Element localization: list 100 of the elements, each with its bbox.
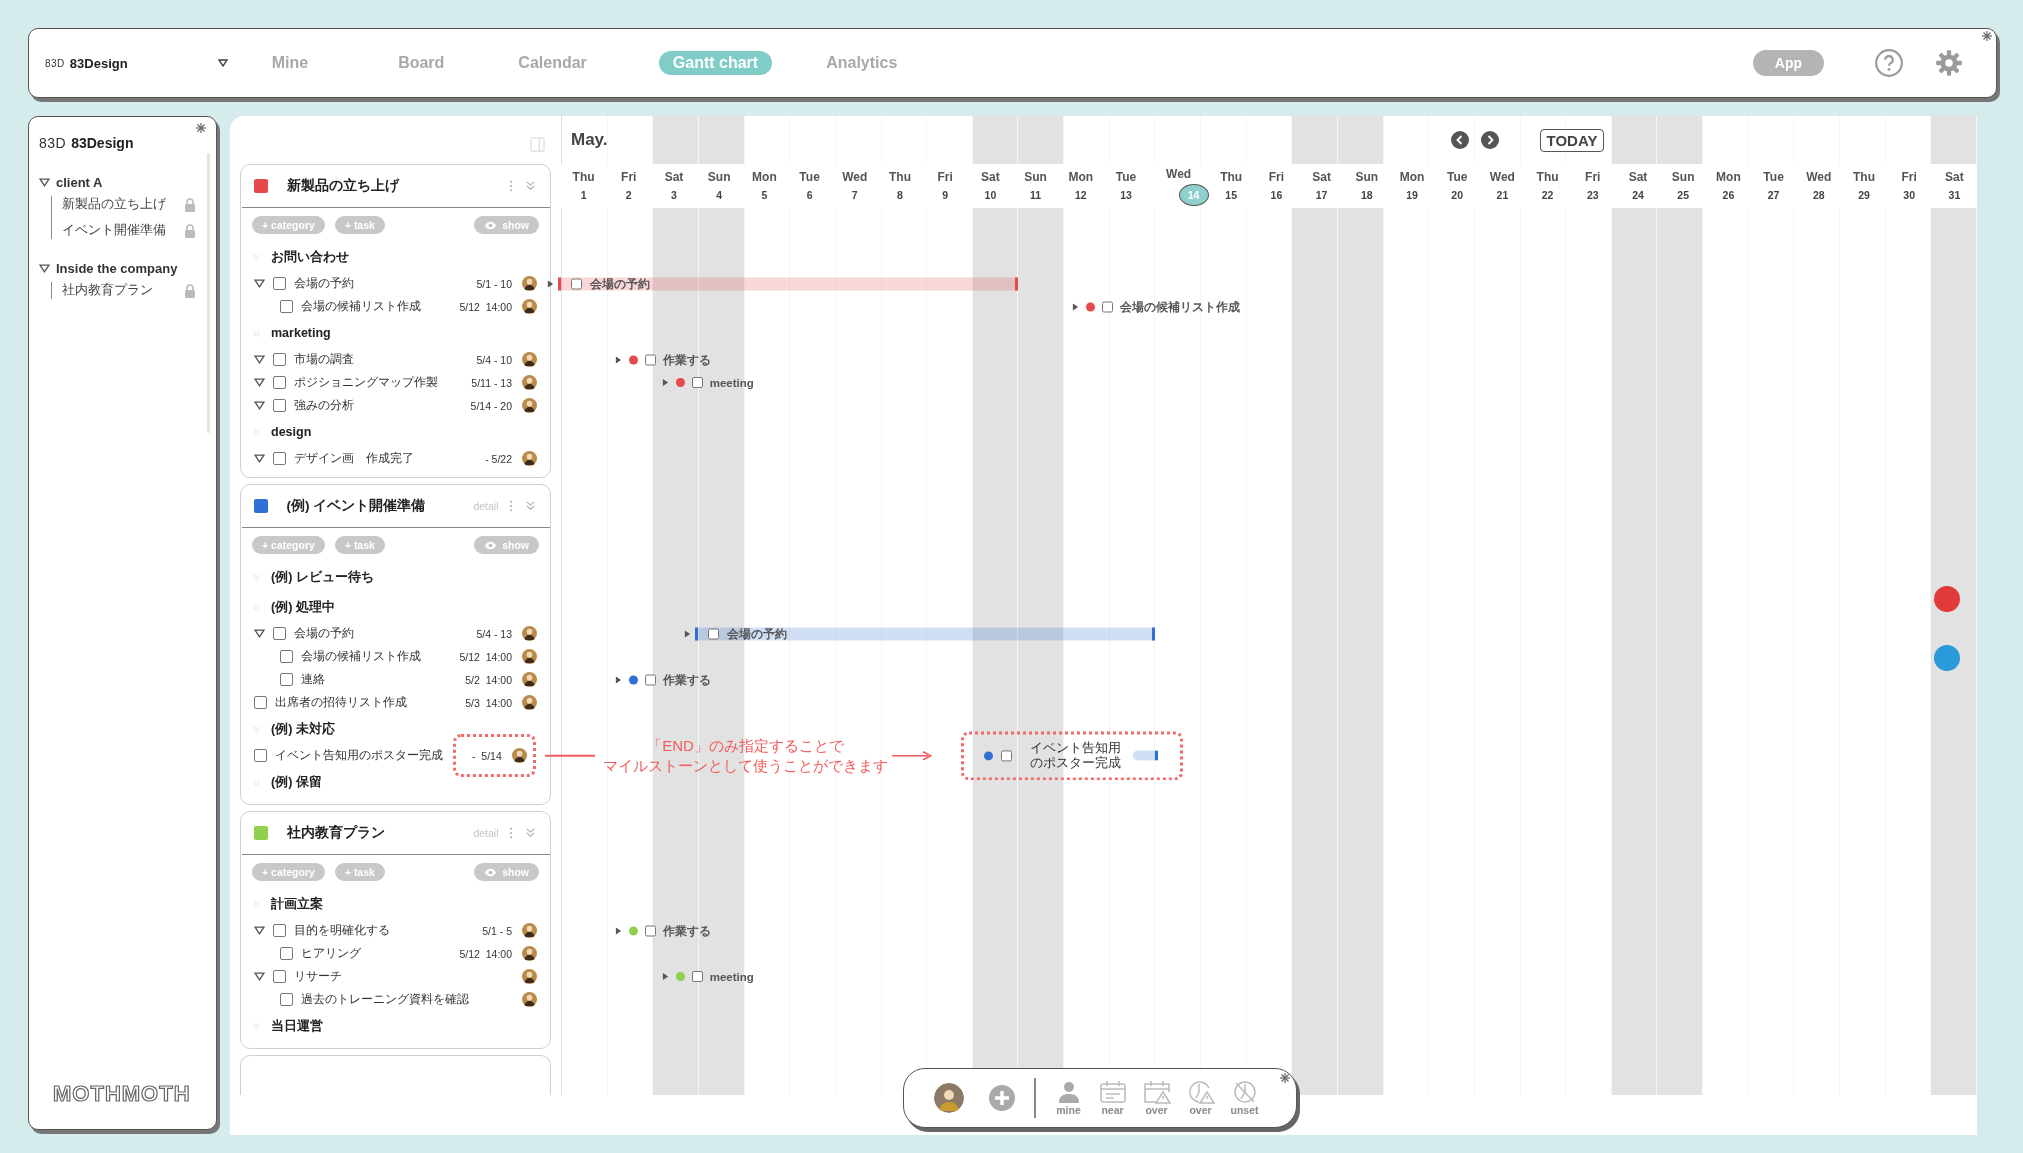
date-label[interactable]: 16 — [1268, 186, 1285, 203]
expand-icon[interactable] — [661, 972, 669, 981]
date-label[interactable]: 18 — [1358, 186, 1375, 203]
project-link[interactable]: 社内教育プラン — [62, 282, 153, 299]
task-label[interactable]: 市場の調査 — [294, 352, 464, 367]
date-label[interactable]: 25 — [1675, 186, 1692, 203]
project-link[interactable]: 新製品の立ち上げ — [62, 196, 166, 213]
checkbox[interactable] — [273, 376, 286, 389]
checkbox[interactable] — [644, 354, 656, 365]
expand-icon[interactable] — [254, 628, 265, 639]
date-label[interactable]: 3 — [666, 186, 682, 203]
date-label[interactable]: 9 — [937, 186, 954, 203]
checkbox[interactable] — [1000, 750, 1012, 761]
group-label[interactable]: client A — [56, 175, 103, 190]
expand-icon[interactable] — [254, 971, 265, 982]
panel-toggle-icon[interactable] — [530, 136, 545, 152]
task-label[interactable]: リサーチ — [294, 969, 464, 984]
task-label[interactable]: デザイン画 作成完了 — [294, 451, 464, 466]
gantt-bar[interactable]: 会場の予約 — [695, 627, 1155, 640]
date-label[interactable]: 8 — [892, 186, 908, 203]
date-label[interactable]: 11 — [1027, 186, 1044, 203]
date-label[interactable]: 26 — [1720, 186, 1737, 203]
date-label[interactable]: 29 — [1856, 186, 1872, 203]
date-label[interactable]: 24 — [1630, 186, 1646, 203]
workspace-name[interactable]: 83Design — [69, 55, 128, 71]
checkbox[interactable] — [280, 650, 293, 663]
task-label[interactable]: 作業する — [662, 672, 711, 687]
settings-icon[interactable] — [1934, 48, 1964, 78]
task-label[interactable]: 会場の候補リスト作成 — [301, 299, 452, 314]
date-label[interactable]: 2 — [620, 186, 637, 203]
date-label[interactable]: 21 — [1494, 186, 1511, 203]
date-label[interactable]: 19 — [1404, 186, 1420, 203]
date-label[interactable]: 31 — [1946, 186, 1963, 203]
checkbox[interactable] — [691, 971, 703, 982]
task-label[interactable]: 会場の候補リスト作成 — [301, 649, 452, 664]
date-label[interactable]: 6 — [801, 186, 818, 203]
checkbox[interactable] — [280, 673, 293, 686]
expand-icon[interactable] — [254, 925, 265, 936]
checkbox[interactable] — [273, 970, 286, 983]
task-label[interactable]: 会場の候補リスト作成 — [1120, 299, 1241, 314]
filter-button[interactable]: over — [1185, 1080, 1216, 1116]
expand-icon[interactable] — [39, 177, 50, 188]
project-link[interactable]: イベント開催準備 — [62, 222, 166, 239]
checkbox[interactable] — [254, 749, 267, 762]
date-label[interactable]: 28 — [1810, 186, 1827, 203]
checkbox[interactable] — [571, 278, 582, 289]
checkbox[interactable] — [644, 674, 656, 685]
date-label[interactable]: 15 — [1223, 186, 1240, 203]
checkbox[interactable] — [273, 399, 286, 412]
task-label[interactable]: 作業する — [662, 352, 711, 367]
task-label[interactable]: 会場の予約 — [294, 626, 464, 641]
task-label[interactable]: meeting — [709, 376, 754, 389]
checkbox[interactable] — [280, 300, 293, 313]
task-label[interactable]: イベント告知用のポスター完成 — [275, 748, 445, 763]
expand-icon[interactable] — [39, 263, 50, 274]
checkbox[interactable] — [273, 452, 286, 465]
today-button[interactable]: TODAY — [1539, 128, 1605, 152]
checkbox[interactable] — [1102, 301, 1114, 312]
task-label[interactable]: 出席者の招待リスト作成 — [275, 695, 445, 710]
date-label[interactable]: 27 — [1765, 186, 1782, 203]
date-label[interactable]: 23 — [1584, 186, 1601, 203]
expand-icon[interactable] — [661, 378, 669, 387]
expand-icon[interactable] — [254, 400, 265, 411]
expand-icon[interactable] — [254, 278, 265, 289]
checkbox[interactable] — [273, 353, 286, 366]
filter-button[interactable]: mine — [1053, 1080, 1084, 1116]
expand-icon[interactable] — [254, 453, 265, 464]
date-label[interactable]: 4 — [711, 186, 728, 203]
add-icon[interactable] — [988, 1084, 1016, 1112]
date-label[interactable]: 22 — [1539, 186, 1556, 203]
task-label[interactable]: ヒアリング — [301, 946, 452, 961]
next-icon[interactable] — [1479, 130, 1500, 150]
help-icon[interactable] — [1874, 48, 1904, 78]
date-label[interactable]: 12 — [1072, 186, 1089, 203]
checkbox[interactable] — [708, 628, 720, 639]
expand-icon[interactable] — [614, 355, 622, 364]
gantt-bar[interactable]: 会場の予約 — [558, 277, 1018, 290]
expand-icon[interactable] — [684, 629, 692, 638]
checkbox[interactable] — [273, 924, 286, 937]
dropdown-caret-icon[interactable] — [217, 59, 228, 67]
date-label[interactable]: 10 — [982, 186, 999, 203]
task-label[interactable]: 目的を明確化する — [294, 923, 464, 938]
checkbox[interactable] — [273, 627, 286, 640]
task-label[interactable]: ポジショニングマップ作製 — [294, 375, 464, 390]
date-label[interactable]: 1 — [575, 186, 592, 203]
expand-icon[interactable] — [254, 354, 265, 365]
date-label[interactable]: 5 — [756, 186, 773, 203]
task-label[interactable]: 強みの分析 — [294, 398, 463, 413]
task-label[interactable]: 会場の予約 — [294, 276, 464, 291]
checkbox[interactable] — [254, 696, 267, 709]
expand-icon[interactable] — [547, 279, 554, 288]
expand-icon[interactable] — [1072, 302, 1080, 311]
task-label[interactable]: meeting — [709, 970, 754, 983]
filter-button[interactable]: over — [1141, 1080, 1172, 1116]
task-label[interactable]: 過去のトレーニング資料を確認 — [301, 992, 471, 1007]
previous-icon[interactable] — [1449, 130, 1470, 150]
group-label[interactable]: Inside the company — [56, 261, 178, 276]
date-label[interactable]: 7 — [846, 186, 863, 203]
filter-button[interactable]: near — [1097, 1080, 1128, 1116]
checkbox[interactable] — [280, 947, 293, 960]
